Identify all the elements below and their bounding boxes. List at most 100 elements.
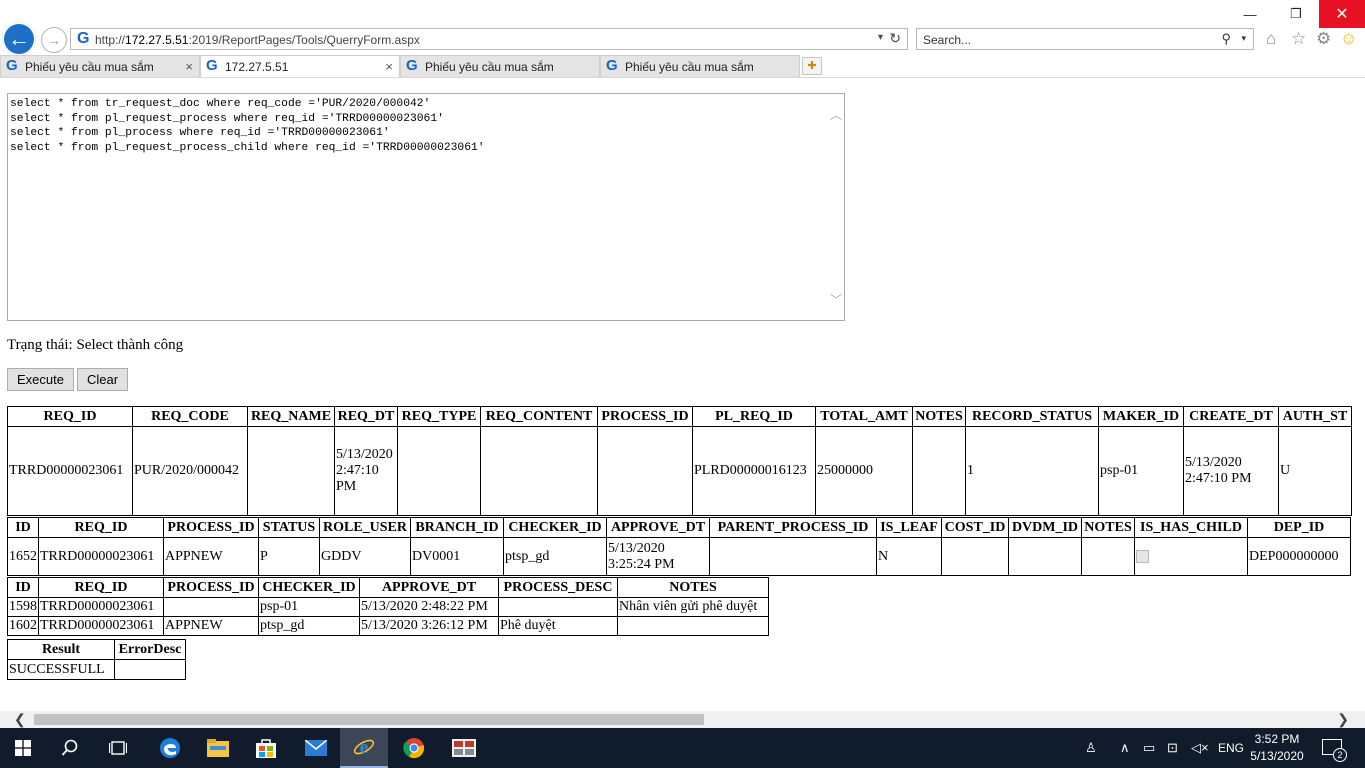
column-header: STATUS — [258, 517, 320, 538]
table-cell: 1598 — [7, 597, 39, 617]
language-indicator[interactable]: ENG — [1218, 741, 1244, 755]
table-cell: APPNEW — [163, 616, 259, 636]
home-icon[interactable]: ⌂ — [1266, 29, 1276, 49]
clock[interactable]: 3:52 PM 5/13/2020 — [1247, 731, 1307, 765]
task-view-icon[interactable] — [94, 728, 142, 768]
network-icon[interactable]: ⊡ — [1167, 740, 1178, 756]
table-cell: PLRD00000016123 — [692, 426, 816, 516]
new-tab-icon[interactable]: ✚ — [802, 57, 822, 75]
windows-start-icon[interactable] — [0, 728, 46, 768]
browser-toolbar: ← → G http://172.27.5.51:2019/ReportPage… — [0, 0, 1365, 56]
back-arrow-icon[interactable]: ← — [2, 22, 36, 56]
result-table-1: REQ_ID REQ_CODE REQ_NAME REQ_DT REQ_TYPE… — [7, 406, 1352, 516]
taskbar-search-icon[interactable] — [46, 728, 94, 768]
column-header: REQ_TYPE — [397, 406, 481, 427]
table-cell: 1652 — [7, 537, 39, 576]
column-header: Result — [7, 639, 115, 660]
volume-muted-icon[interactable]: ◁× — [1191, 740, 1209, 756]
minimize-button[interactable]: — — [1227, 0, 1273, 28]
column-header: MAKER_ID — [1098, 406, 1184, 427]
gear-icon[interactable]: ⚙ — [1316, 29, 1331, 49]
tab-2[interactable]: G 172.27.5.51 × — [200, 55, 400, 77]
table-cell: P — [258, 537, 320, 576]
execute-button[interactable]: Execute — [7, 368, 74, 391]
column-header: TOTAL_AMT — [815, 406, 913, 427]
scrollbar-thumb[interactable] — [34, 714, 704, 725]
store-icon[interactable] — [242, 728, 290, 768]
tab-close-icon[interactable]: × — [385, 59, 393, 74]
column-header: PROCESS_ID — [163, 577, 259, 598]
refresh-icon[interactable]: ↻ — [889, 30, 901, 47]
tab-1[interactable]: G Phiếu yêu cầu mua sắm × — [0, 55, 200, 77]
tab-favicon-icon: G — [406, 57, 418, 74]
column-header: PROCESS_ID — [163, 517, 259, 538]
close-window-button[interactable]: ✕ — [1319, 0, 1365, 28]
column-header: CHECKER_ID — [503, 517, 607, 538]
search-box[interactable]: Search... ⚲ ▾ — [916, 28, 1254, 50]
table-cell — [941, 537, 1009, 576]
query-text[interactable]: select * from tr_request_doc where req_c… — [10, 97, 822, 155]
column-header: REQ_DT — [334, 406, 398, 427]
query-textarea[interactable]: select * from tr_request_doc where req_c… — [7, 93, 845, 321]
column-header: PROCESS_ID — [597, 406, 693, 427]
column-header: APPROVE_DT — [606, 517, 710, 538]
result-table-3: ID REQ_ID PROCESS_ID CHECKER_ID APPROVE_… — [7, 577, 769, 636]
tab-3[interactable]: G Phiếu yêu cầu mua sắm — [400, 55, 600, 77]
people-icon[interactable]: ♙ — [1085, 740, 1097, 756]
table-cell — [1134, 537, 1248, 576]
search-icon[interactable]: ⚲ — [1221, 31, 1231, 47]
column-header: REQ_ID — [38, 577, 164, 598]
tab-favicon-icon: G — [606, 57, 618, 74]
internet-explorer-icon[interactable]: e — [340, 728, 388, 768]
restore-button[interactable]: ❐ — [1273, 0, 1319, 28]
star-icon[interactable]: ☆ — [1291, 29, 1306, 49]
scroll-right-icon[interactable]: ❯ — [1337, 711, 1349, 728]
column-header: ErrorDesc — [114, 639, 186, 660]
column-header: IS_HAS_CHILD — [1134, 517, 1248, 538]
table-cell: PUR/2020/000042 — [132, 426, 248, 516]
app-icon[interactable] — [440, 728, 488, 768]
tab-close-icon[interactable]: × — [185, 59, 193, 74]
file-explorer-icon[interactable] — [194, 728, 242, 768]
status-text: Trạng thái: Select thành công — [7, 337, 184, 353]
table-cell: TRRD00000023061 — [7, 426, 133, 516]
is-has-child-checkbox[interactable] — [1136, 549, 1149, 563]
table-cell — [247, 426, 335, 516]
table-cell: SUCCESSFULL — [7, 659, 115, 680]
address-dropdown-icon[interactable]: ▾ — [878, 32, 883, 43]
column-header: IS_LEAF — [876, 517, 942, 538]
horizontal-scrollbar[interactable]: ❮ ❯ — [0, 711, 1365, 728]
table-cell: 5/13/2020 3:26:12 PM — [359, 616, 499, 636]
battery-icon[interactable]: ▭ — [1143, 740, 1155, 756]
column-header: CHECKER_ID — [258, 577, 360, 598]
address-url[interactable]: http://172.27.5.51:2019/ReportPages/Tool… — [95, 33, 420, 47]
tab-label: 172.27.5.51 — [225, 60, 289, 74]
table-cell — [1081, 537, 1135, 576]
chrome-icon[interactable] — [390, 728, 438, 768]
clear-button[interactable]: Clear — [77, 368, 129, 391]
forward-arrow-icon[interactable]: → — [41, 27, 67, 53]
column-header: PARENT_PROCESS_ID — [709, 517, 877, 538]
smiley-icon[interactable]: ☺ — [1340, 29, 1357, 49]
table-header-row: ID REQ_ID PROCESS_ID STATUS ROLE_USER BR… — [7, 517, 1351, 538]
scroll-up-icon[interactable]: ︿ — [830, 106, 842, 123]
show-hidden-icons-icon[interactable]: ∧ — [1120, 740, 1130, 756]
scroll-left-icon[interactable]: ❮ — [14, 711, 26, 728]
table-cell: psp-01 — [1098, 426, 1184, 516]
table-cell: ptsp_gd — [258, 616, 360, 636]
result-table-4: Result ErrorDesc SUCCESSFULL — [7, 639, 186, 680]
url-prefix: http:// — [95, 33, 126, 47]
column-header: APPROVE_DT — [359, 577, 499, 598]
tab-label: Phiếu yêu cầu mua sắm — [625, 60, 754, 74]
search-input[interactable]: Search... — [923, 33, 971, 47]
tab-4[interactable]: G Phiếu yêu cầu mua sắm — [600, 55, 800, 77]
table-cell: TRRD00000023061 — [38, 597, 164, 617]
edge-icon[interactable] — [146, 728, 194, 768]
table-cell: TRRD00000023061 — [38, 537, 164, 576]
clock-date: 5/13/2020 — [1250, 749, 1304, 763]
scroll-down-icon[interactable]: ﹀ — [830, 291, 842, 308]
mail-icon[interactable] — [292, 728, 340, 768]
table-cell — [114, 659, 186, 680]
search-dropdown-icon[interactable]: ▾ — [1241, 33, 1246, 44]
address-bar[interactable]: G http://172.27.5.51:2019/ReportPages/To… — [70, 28, 908, 50]
